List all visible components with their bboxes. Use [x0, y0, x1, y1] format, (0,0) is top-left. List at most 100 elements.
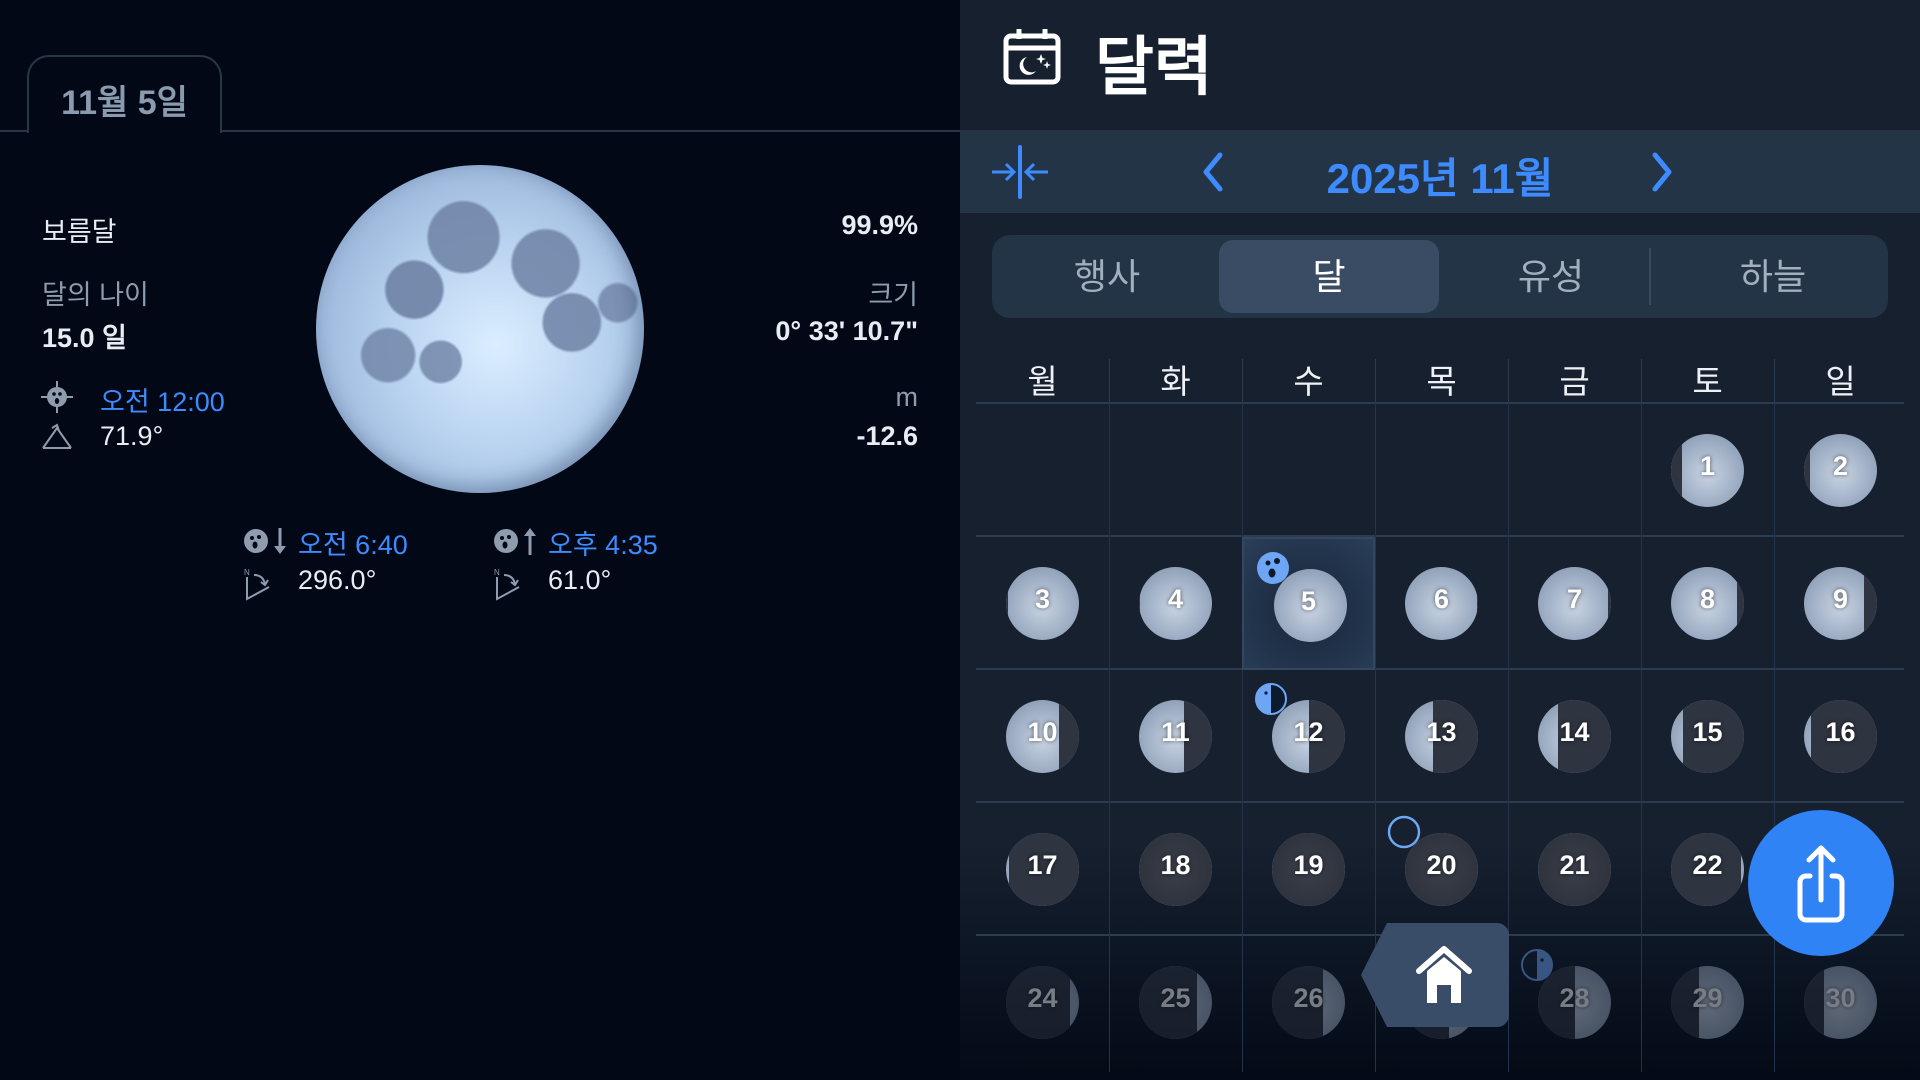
collapse-icon	[992, 145, 1048, 199]
chevron-left-icon	[1203, 152, 1223, 192]
date-tab-label: 11월 5일	[61, 84, 188, 122]
share-button[interactable]	[1748, 810, 1894, 956]
size-label: 크기	[868, 280, 918, 310]
tab-moon[interactable]: 달	[1219, 240, 1439, 313]
weekday-label: 월	[1027, 363, 1058, 400]
next-month-button[interactable]	[1643, 145, 1683, 199]
calendar-day[interactable]: 17	[976, 803, 1109, 936]
day-number: 2	[1832, 451, 1849, 481]
day-number: 1	[1699, 451, 1716, 481]
moon-transit-icon	[40, 380, 74, 414]
day-number: 29	[1692, 983, 1723, 1013]
calendar-day[interactable]: 11	[1109, 670, 1242, 803]
calendar-day[interactable]: 28	[1508, 936, 1641, 1069]
day-number: 10	[1027, 717, 1058, 747]
tab-divider	[1649, 248, 1651, 305]
day-number: 6	[1433, 584, 1450, 614]
age-value: 15.0 일	[42, 323, 127, 353]
phase-name: 보름달	[42, 217, 117, 247]
day-number: 7	[1566, 584, 1583, 614]
last-quarter-icon	[1254, 682, 1288, 716]
moonrise-time: 오후 4:35	[548, 530, 658, 560]
day-number: 19	[1293, 850, 1324, 880]
day-number: 5	[1300, 586, 1317, 616]
calendar-day[interactable]: 3	[976, 537, 1109, 670]
day-number: 20	[1426, 850, 1457, 880]
weekday-label: 수	[1293, 363, 1324, 400]
illumination: 99.9%	[841, 210, 918, 240]
moonset-time: 오전 6:40	[298, 530, 408, 560]
calendar-day[interactable]: 10	[976, 670, 1109, 803]
calendar-day[interactable]: 25	[1109, 936, 1242, 1069]
collapse-button[interactable]	[990, 145, 1050, 199]
calendar-day[interactable]: 6	[1375, 537, 1508, 670]
tab-sky[interactable]: 하늘	[1663, 240, 1883, 313]
calendar-day[interactable]: 2	[1774, 404, 1907, 537]
transit-altitude: 71.9°	[100, 421, 164, 451]
month-label[interactable]: 2025년 11월	[1260, 145, 1620, 206]
svg-text:N: N	[494, 568, 500, 577]
calendar-day[interactable]: 21	[1508, 803, 1641, 936]
day-number: 11	[1161, 717, 1190, 747]
category-tabs: 행사 달 유성 하늘	[992, 235, 1888, 318]
day-number: 17	[1027, 850, 1058, 880]
moonrise-icon	[493, 526, 541, 556]
weekday-label: 화	[1160, 363, 1191, 400]
full-moon-icon	[1256, 551, 1290, 585]
date-tab[interactable]: 11월 5일	[27, 55, 222, 133]
day-number: 16	[1825, 717, 1856, 747]
moonset-icon	[243, 526, 291, 556]
page-title: 달력	[1095, 31, 1213, 103]
calendar-day[interactable]: 1	[1641, 404, 1774, 537]
calendar-day[interactable]: 4	[1109, 537, 1242, 670]
calendar-day[interactable]: 5	[1242, 537, 1375, 670]
calendar-day[interactable]: 19	[1242, 803, 1375, 936]
tab-events[interactable]: 행사	[997, 240, 1217, 313]
calendar-day[interactable]: 7	[1508, 537, 1641, 670]
day-number: 24	[1027, 983, 1058, 1013]
column-divider	[1242, 359, 1243, 407]
calendar-day[interactable]: 18	[1109, 803, 1242, 936]
tab-meteors[interactable]: 유성	[1441, 240, 1661, 313]
column-divider	[1774, 359, 1775, 407]
day-number: 13	[1426, 717, 1457, 747]
day-number: 30	[1825, 983, 1856, 1013]
day-number: 12	[1293, 717, 1324, 747]
day-number: 18	[1160, 850, 1191, 880]
day-number: 14	[1559, 717, 1590, 747]
day-number: 25	[1160, 983, 1191, 1013]
calendar-day[interactable]: 24	[976, 936, 1109, 1069]
calendar-day[interactable]: 26	[1242, 936, 1375, 1069]
previous-month-button[interactable]	[1192, 145, 1232, 199]
moonrise-azimuth: 61.0°	[548, 565, 612, 595]
day-number: 9	[1832, 584, 1849, 614]
day-number: 21	[1559, 850, 1590, 880]
column-divider	[1375, 359, 1376, 407]
calendar-day[interactable]: 13	[1375, 670, 1508, 803]
age-label: 달의 나이	[42, 280, 149, 310]
weekday-label: 금	[1559, 363, 1590, 400]
weekday-label: 토	[1692, 363, 1723, 400]
weekday-label: 일	[1825, 363, 1856, 400]
home-button[interactable]	[1361, 923, 1509, 1027]
first-quarter-icon	[1520, 948, 1554, 982]
calendar-panel: 달력 2025년 11월 행사 달 유성 하늘 월 화 수 목 금 토 일 1 …	[960, 0, 1920, 1080]
calendar-day[interactable]: 16	[1774, 670, 1907, 803]
weekday-label: 목	[1426, 363, 1457, 400]
weekday-header: 월화수목금토일	[976, 355, 1904, 407]
calendar-day[interactable]: 9	[1774, 537, 1907, 670]
calendar-day[interactable]: 8	[1641, 537, 1774, 670]
calendar-day[interactable]: 12	[1242, 670, 1375, 803]
calendar-day[interactable]: 20	[1375, 803, 1508, 936]
magnitude-label: m	[895, 382, 919, 412]
day-number: 4	[1167, 584, 1184, 614]
azimuth-icon: N	[493, 567, 523, 601]
calendar-day[interactable]: 14	[1508, 670, 1641, 803]
column-divider	[1508, 359, 1509, 407]
transit-time: 오전 12:00	[100, 387, 225, 417]
day-number: 26	[1293, 983, 1324, 1013]
calendar-day[interactable]: 15	[1641, 670, 1774, 803]
share-icon	[1797, 845, 1845, 923]
full-moon-image	[316, 165, 644, 493]
column-divider	[1109, 359, 1110, 407]
